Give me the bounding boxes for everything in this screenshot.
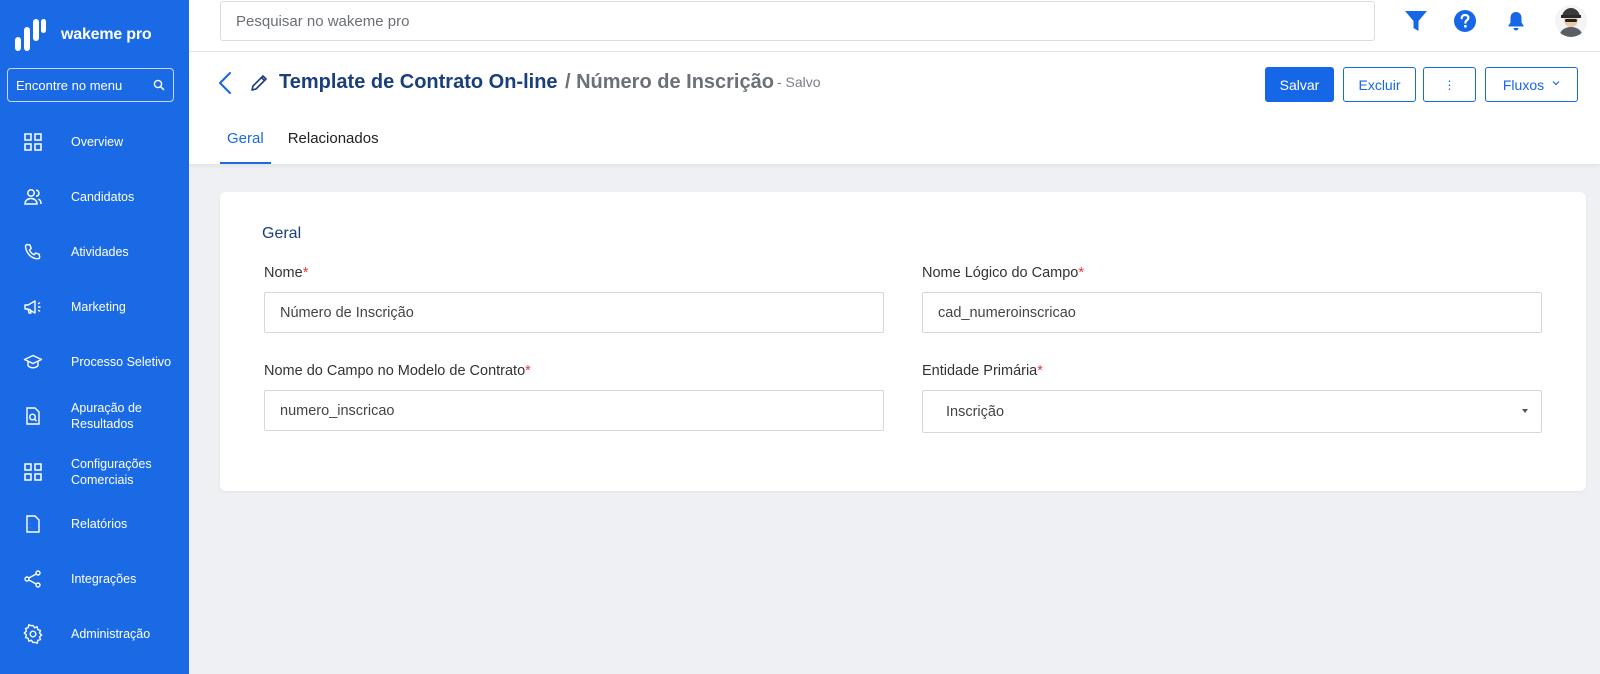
flows-dropdown-button[interactable]: Fluxos [1485,67,1578,102]
page-header: Template de Contrato On-line / Número de… [189,52,1600,164]
tabs: Geral Relacionados [220,112,386,164]
page-title: Template de Contrato On-line [279,71,558,93]
sidebar-item-processo-seletivo[interactable]: Processo Seletivo [0,350,189,374]
required-marker: * [525,363,531,379]
form-card: Geral Nome* Nome Lógico do Campo* Nome d… [220,192,1586,491]
wakeme-logo-icon [15,17,47,53]
report-icon [22,513,44,535]
bell-icon[interactable] [1503,8,1529,34]
search-icon [153,79,165,91]
sidebar-item-candidatos[interactable]: Candidatos [0,185,189,209]
avatar[interactable] [1555,5,1587,37]
sidebar-item-administracao[interactable]: Administração [0,622,189,646]
entidade-label: Entidade Primária* [922,363,1043,379]
help-icon[interactable] [1452,8,1478,34]
pencil-icon[interactable] [249,73,269,93]
more-options-button[interactable]: ⋮ [1423,67,1476,102]
users-icon [22,186,44,208]
back-button[interactable] [218,69,238,97]
sidebar-item-configuracoes-comerciais[interactable]: Configurações Comerciais [0,454,189,490]
nome-logico-label: Nome Lógico do Campo* [922,265,1084,281]
required-marker: * [1037,363,1043,379]
sidebar-item-relatorios[interactable]: Relatórios [0,512,189,536]
nome-logico-input[interactable] [922,292,1542,333]
page-subtitle: / Número de Inscrição [565,71,774,93]
entidade-select-value: Inscrição [946,403,1005,420]
flows-button-label: Fluxos [1502,76,1545,93]
chevron-down-icon [1552,80,1560,85]
sidebar-item-label: Marketing [71,300,126,314]
save-button[interactable]: Salvar [1265,67,1334,102]
nome-label-text: Nome [264,265,303,281]
section-title: Geral [262,225,302,242]
share-icon [22,568,44,590]
sidebar-item-label: Candidatos [71,190,135,204]
nome-modelo-label: Nome do Campo no Modelo de Contrato* [264,363,531,379]
menu-search-input[interactable]: Encontre no menu [7,68,174,102]
chevron-left-icon [219,72,231,94]
gear-icon [22,623,44,645]
nome-input[interactable] [264,292,884,333]
caret-down-icon [1522,409,1528,413]
sidebar-item-overview[interactable]: Overview [0,130,189,154]
tab-relacionados[interactable]: Relacionados [281,112,386,164]
sidebar-item-apuracao-de-resultados[interactable]: Apuração de Resultados [0,398,189,434]
sidebar-item-integracoes[interactable]: Integrações [0,567,189,591]
grid-icon [22,131,44,153]
sidebar-item-marketing[interactable]: Marketing [0,295,189,319]
topbar [189,0,1600,52]
menu-search-placeholder: Encontre no menu [16,77,123,93]
tab-geral[interactable]: Geral [220,112,271,164]
nome-modelo-label-text: Nome do Campo no Modelo de Contrato [264,363,526,379]
sidebar-item-label: Integrações [71,572,137,586]
brand[interactable]: wakeme pro [15,16,152,54]
sidebar-item-atividades[interactable]: Atividades [0,240,189,264]
delete-button[interactable]: Excluir [1343,67,1416,102]
graduation-cap-icon [22,351,44,373]
sidebar-item-label: Processo Seletivo [71,355,172,369]
entidade-select[interactable]: Inscrição [922,390,1542,433]
entidade-label-text: Entidade Primária [922,363,1038,379]
required-marker: * [1078,265,1085,281]
megaphone-icon [22,296,44,318]
sidebar-item-label: Overview [71,135,124,149]
sidebar: wakeme pro Encontre no menu Overview Can… [0,0,189,674]
filter-icon[interactable] [1403,8,1429,34]
brand-name: wakeme pro [61,26,152,43]
sidebar-item-label: Administração [71,627,151,641]
save-status: - Salvo [777,74,821,90]
sidebar-item-label: Apuração de Resultados [71,401,142,431]
required-marker: * [302,265,309,281]
global-search-input[interactable] [220,1,1375,41]
grid-icon [22,461,44,483]
sidebar-item-label: Relatórios [71,517,128,531]
phone-icon [22,241,44,263]
document-search-icon [22,405,44,427]
nome-modelo-input[interactable] [264,390,884,431]
nome-label: Nome* [264,265,308,281]
nome-logico-label-text: Nome Lógico do Campo [922,265,1079,281]
sidebar-item-label: Atividades [71,245,129,259]
sidebar-item-label: Configurações Comerciais [71,457,152,487]
